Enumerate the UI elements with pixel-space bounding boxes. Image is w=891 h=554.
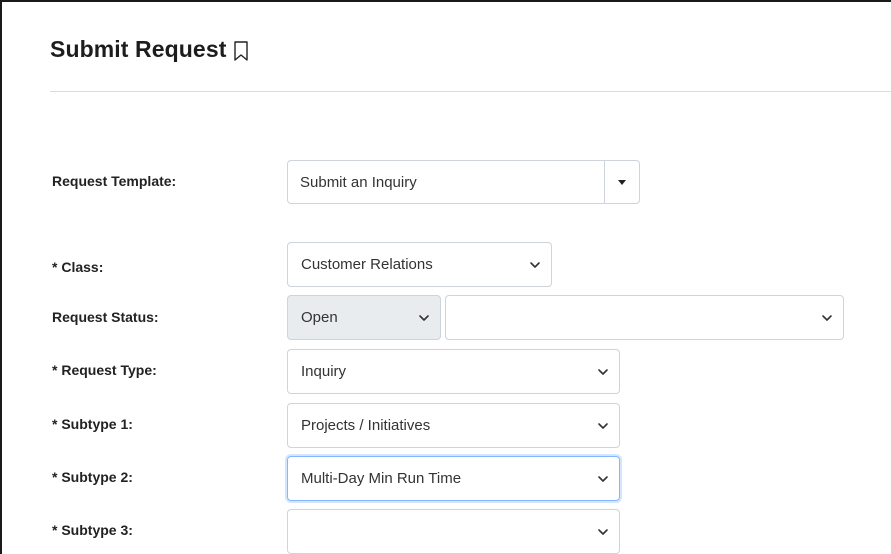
subtype2-label: * Subtype 2: bbox=[52, 469, 133, 485]
request-template-value: Submit an Inquiry bbox=[300, 173, 417, 191]
chevron-down-icon bbox=[821, 314, 833, 322]
subtype2-select[interactable]: Multi-Day Min Run Time bbox=[287, 456, 620, 501]
request-status-select: Open bbox=[287, 295, 441, 340]
request-status-reason-select[interactable] bbox=[445, 295, 844, 340]
chevron-down-icon bbox=[597, 475, 609, 483]
subtype1-value: Projects / Initiatives bbox=[301, 417, 431, 434]
subtype3-label: * Subtype 3: bbox=[52, 522, 133, 538]
class-value: Customer Relations bbox=[301, 256, 433, 273]
chevron-down-icon bbox=[597, 422, 609, 430]
page-header: Submit Request bbox=[50, 36, 250, 63]
request-type-value: Inquiry bbox=[301, 363, 347, 380]
caret-down-icon bbox=[618, 179, 626, 185]
subtype2-value: Multi-Day Min Run Time bbox=[301, 470, 462, 487]
request-template-dropdown-button[interactable] bbox=[604, 161, 639, 203]
chevron-down-icon bbox=[418, 314, 430, 322]
request-type-label: * Request Type: bbox=[52, 362, 157, 378]
class-select[interactable]: Customer Relations bbox=[287, 242, 552, 287]
request-template-label: Request Template: bbox=[52, 173, 177, 189]
class-label: * Class: bbox=[52, 259, 104, 275]
header-divider bbox=[50, 91, 891, 92]
subtype1-select[interactable]: Projects / Initiatives bbox=[287, 403, 620, 448]
chevron-down-icon bbox=[597, 368, 609, 376]
subtype3-select[interactable] bbox=[287, 509, 620, 554]
bookmark-icon[interactable] bbox=[232, 40, 250, 62]
subtype1-label: * Subtype 1: bbox=[52, 416, 133, 432]
submit-request-page: Submit Request Request Template: Submit … bbox=[0, 0, 891, 554]
request-status-label: Request Status: bbox=[52, 309, 159, 325]
chevron-down-icon bbox=[529, 261, 541, 269]
page-title: Submit Request bbox=[50, 36, 227, 62]
request-type-select[interactable]: Inquiry bbox=[287, 349, 620, 394]
request-template-input[interactable]: Submit an Inquiry bbox=[288, 161, 604, 203]
chevron-down-icon bbox=[597, 528, 609, 536]
request-template-combobox[interactable]: Submit an Inquiry bbox=[287, 160, 640, 204]
